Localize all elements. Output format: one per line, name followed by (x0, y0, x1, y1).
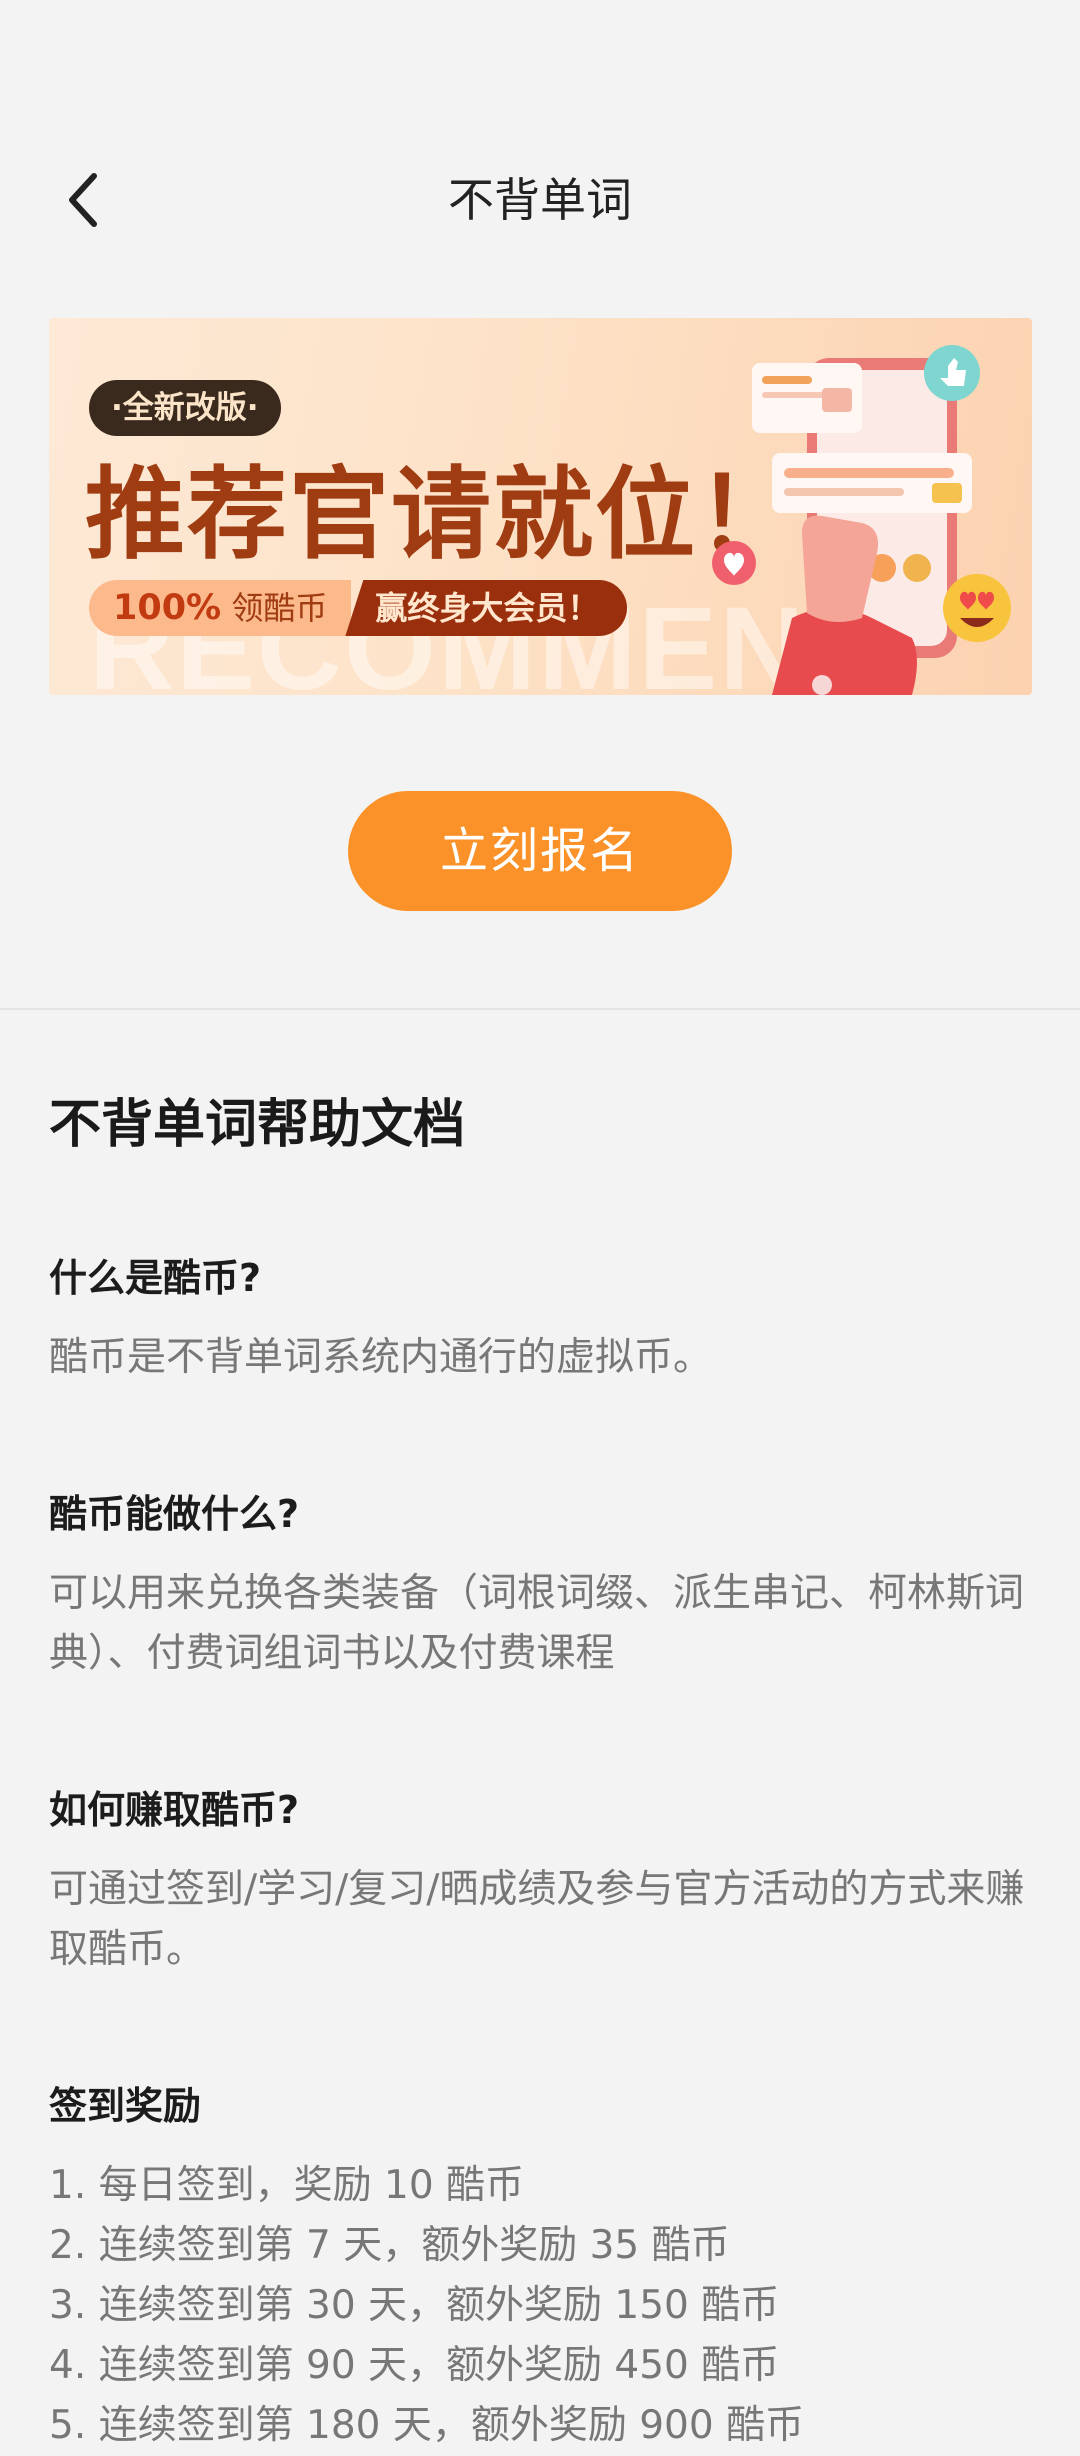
banner-headline: 推荐官请就位！ (85, 456, 799, 573)
faq-answer: 酷币是不背单词系统内通行的虚拟币。 (49, 1335, 713, 1380)
promo-banner[interactable]: RECOMMEND ·全新改版· 推荐官请就位！ 100% 领酷币 赢终身大会员… (49, 318, 1032, 695)
list-item: 2. 连续签到第 7 天，额外奖励 35 酷币 (49, 2223, 730, 2268)
doc-title: 不背单词帮助文档 (49, 1095, 466, 1155)
help-document: 不背单词帮助文档 什么是酷币? 酷币是不背单词系统内通行的虚拟币。 酷币能做什么… (49, 1010, 1034, 2456)
faq-question: 什么是酷币? (49, 1256, 262, 1300)
status-bar (0, 0, 1080, 140)
banner-badge: ·全新改版· (89, 380, 281, 436)
banner-strip-left: 100% 领酷币 (89, 580, 352, 636)
list-item: 3. 连续签到第 30 天，额外奖励 150 酷币 (49, 2283, 780, 2328)
faq-answer: 可以用来兑换各类装备（词根词缀、派生串记、柯林斯词典）、付费词组词书以及付费课程 (49, 1571, 1025, 1676)
banner-strip-right: 赢终身大会员！ (345, 580, 628, 636)
banner-strip-number: 100% (113, 588, 222, 628)
signin-heading: 签到奖励 (49, 2084, 202, 2128)
signin-rewards-section: 签到奖励 1. 每日签到，奖励 10 酷币 2. 连续签到第 7 天，额外奖励 … (49, 2076, 1034, 2456)
list-item: 4. 连续签到第 90 天，额外奖励 450 酷币 (49, 2343, 780, 2388)
faq-answer: 可通过签到/学习/复习/晒成绩及参与官方活动的方式来赚取酷币。 (49, 1867, 1025, 1972)
list-item: 1. 每日签到，奖励 10 酷币 (49, 2163, 525, 2208)
faq-question: 如何赚取酷币? (49, 1788, 300, 1832)
signin-list: 1. 每日签到，奖励 10 酷币 2. 连续签到第 7 天，额外奖励 35 酷币… (49, 2156, 1034, 2456)
enroll-button[interactable]: 立刻报名 (348, 791, 732, 911)
faq-section: 酷币能做什么? 可以用来兑换各类装备（词根词缀、派生串记、柯林斯词典）、付费词组… (49, 1484, 1034, 1684)
faq-section: 如何赚取酷币? 可通过签到/学习/复习/晒成绩及参与官方活动的方式来赚取酷币。 (49, 1780, 1034, 1980)
faq-question: 酷币能做什么? (49, 1492, 300, 1536)
banner-strip-left-text: 领酷币 (221, 589, 328, 627)
banner-strip: 100% 领酷币 赢终身大会员！ (89, 580, 628, 636)
list-item: 5. 连续签到第 180 天，额外奖励 900 酷币 (49, 2403, 805, 2448)
phone-illustration-icon (712, 345, 1011, 695)
page-title: 不背单词 (448, 173, 632, 227)
top-bar: 不背单词 (0, 150, 1080, 250)
faq-section: 什么是酷币? 酷币是不背单词系统内通行的虚拟币。 (49, 1248, 1034, 1388)
